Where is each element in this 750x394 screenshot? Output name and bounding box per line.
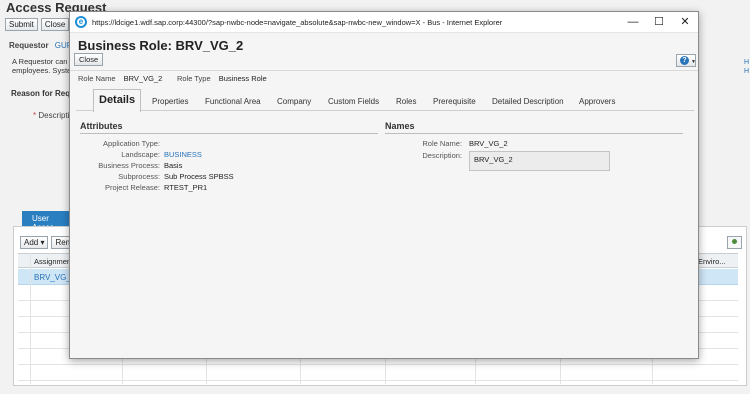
info-text: A Requestor can employees. Syste — [12, 57, 71, 75]
role-type-value: Business Role — [218, 74, 267, 83]
role-type-label: Role Type — [177, 74, 211, 83]
tab-roles[interactable]: Roles — [396, 97, 416, 106]
maximize-button[interactable]: ☐ — [648, 14, 670, 30]
tab-user-access[interactable]: User Acces — [22, 211, 70, 232]
right-link[interactable]: H — [744, 67, 749, 76]
table-row[interactable] — [18, 365, 738, 381]
minimize-button[interactable]: — — [622, 14, 644, 30]
section-divider — [80, 133, 378, 134]
column-divider — [30, 253, 31, 384]
close-button[interactable]: Close — [40, 18, 70, 31]
window-url: https://ldcige1.wdf.sap.corp:44300/?sap-… — [92, 18, 503, 27]
description-field[interactable]: BRV_VG_2 — [469, 151, 610, 171]
right-links: H H — [744, 58, 749, 76]
help-button[interactable]: ? ▼ — [676, 54, 696, 67]
field-label: Landscape: — [121, 150, 160, 159]
field-label: Project Release: — [104, 183, 160, 192]
section-divider — [385, 133, 683, 134]
attributes-section-title: Attributes — [80, 121, 123, 131]
tab-custom-fields[interactable]: Custom Fields — [328, 97, 379, 106]
column-header-environment[interactable]: Enviro... — [698, 257, 726, 266]
reason-section-title: Reason for Requ — [11, 89, 76, 98]
names-section-title: Names — [385, 121, 415, 131]
background-toolbar: Submit Close — [5, 18, 70, 31]
table-toolbar: Add ▾ Rem — [20, 236, 77, 249]
column-header-assignment[interactable]: Assignmen — [34, 257, 71, 266]
question-icon: ? — [680, 56, 689, 65]
tab-approvers[interactable]: Approvers — [579, 97, 615, 106]
role-name-info: Role Name BRV_VG_2 — [78, 74, 162, 83]
user-settings-icon[interactable] — [727, 236, 742, 249]
field-value: BRV_VG_2 — [469, 139, 508, 148]
description-field-label: * Descripti — [33, 111, 70, 120]
info-line: A Requestor can — [12, 57, 68, 66]
tab-company[interactable]: Company — [277, 97, 311, 106]
tab-prerequisite[interactable]: Prerequisite — [433, 97, 476, 106]
window-titlebar[interactable]: e https://ldcige1.wdf.sap.corp:44300/?sa… — [70, 12, 698, 33]
role-name-value: BRV_VG_2 — [123, 74, 163, 83]
role-type-info: Role Type Business Role — [177, 74, 267, 83]
dialog-title: Business Role: BRV_VG_2 — [78, 38, 244, 53]
add-button[interactable]: Add ▾ — [20, 236, 49, 249]
field-label: Role Name: — [422, 139, 462, 148]
requestor-label: Requestor — [9, 41, 49, 50]
field-label: Subprocess: — [118, 172, 160, 181]
field-label: Description: — [422, 151, 462, 160]
field-label: Business Process: — [98, 161, 160, 170]
table-cell[interactable]: BRV_VG_ — [34, 273, 71, 282]
field-label: Application Type: — [103, 139, 160, 148]
requestor-row: Requestor GUPT — [9, 41, 77, 50]
window-close-button[interactable]: ✕ — [674, 14, 696, 30]
landscape-link[interactable]: BUSINESS — [164, 150, 202, 159]
chevron-down-icon: ▼ — [691, 59, 696, 65]
tab-functional-area[interactable]: Functional Area — [205, 97, 261, 106]
tab-properties[interactable]: Properties — [152, 97, 188, 106]
submit-button[interactable]: Submit — [5, 18, 38, 31]
divider — [70, 70, 698, 71]
internet-explorer-icon: e — [75, 16, 87, 28]
field-value: Sub Process SPBSS — [164, 172, 234, 181]
role-name-label: Role Name — [78, 74, 116, 83]
right-link[interactable]: H — [744, 58, 749, 67]
business-role-dialog: e https://ldcige1.wdf.sap.corp:44300/?sa… — [69, 11, 699, 359]
field-value: Basis — [164, 161, 183, 170]
tab-details[interactable]: Details — [93, 89, 142, 112]
field-value: RTEST_PR1 — [164, 183, 208, 192]
tab-detailed-description[interactable]: Detailed Description — [492, 97, 564, 106]
details-content: Attributes Application Type: Landscape: … — [74, 113, 694, 357]
tab-bar: Details Properties Functional Area Compa… — [76, 89, 694, 112]
dialog-close-button[interactable]: Close — [74, 53, 104, 66]
info-line: employees. Syste — [12, 66, 72, 75]
